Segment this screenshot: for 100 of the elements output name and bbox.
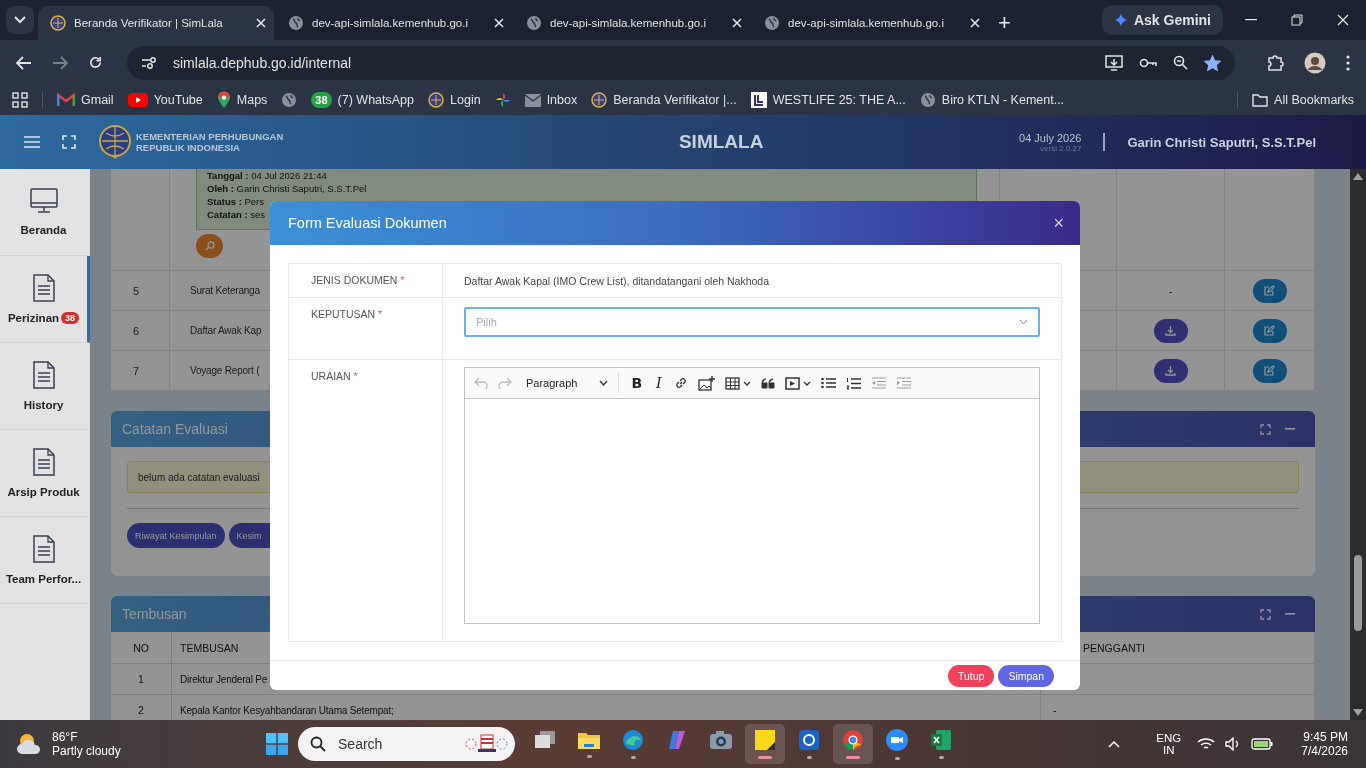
envelope-icon — [524, 93, 541, 107]
battery-icon[interactable] — [1251, 737, 1274, 751]
italic-button[interactable]: I — [654, 375, 664, 391]
note-line: Catatan : ses — [207, 208, 266, 221]
browser-tab[interactable]: Beranda Verifikator | SimLala — [38, 6, 274, 40]
rich-text-editor[interactable]: Paragraph B I — [464, 367, 1040, 624]
sticky-note-icon[interactable] — [754, 729, 777, 751]
numbered-list-icon[interactable] — [845, 376, 861, 390]
zoom-icon[interactable] — [1173, 55, 1188, 70]
remote-desktop-icon[interactable] — [798, 729, 821, 751]
search-field[interactable]: Search — [298, 727, 516, 761]
bookmark[interactable]: Biro KTLN - Kement... — [919, 92, 1065, 108]
browser-tab[interactable]: dev-api-simlala.kemenhub.go.i — [752, 6, 988, 40]
fullscreen-icon[interactable] — [62, 135, 76, 149]
scroll-down-icon[interactable] — [1353, 709, 1363, 716]
minimize-icon[interactable] — [1245, 19, 1257, 21]
task-view-icon[interactable] — [534, 730, 557, 750]
forward-icon[interactable] — [52, 55, 68, 70]
table-dropdown[interactable] — [724, 376, 751, 390]
edit-button[interactable] — [1252, 358, 1287, 383]
bookmark[interactable]: Beranda Verifikator |... — [591, 92, 737, 108]
chrome-icon[interactable] — [842, 729, 865, 751]
ask-gemini-button[interactable]: Ask Gemini — [1101, 5, 1223, 35]
scroll-up-icon[interactable] — [1353, 173, 1363, 180]
bookmark[interactable]: 38 (7) WhatsApp — [311, 92, 415, 108]
edit-button[interactable] — [1252, 318, 1287, 343]
spreadsheet-icon[interactable] — [930, 729, 953, 751]
outdent-icon[interactable] — [870, 377, 886, 389]
bulleted-list-icon[interactable] — [820, 377, 836, 389]
download-button[interactable] — [1153, 358, 1188, 383]
camera-icon[interactable] — [709, 730, 734, 750]
star-icon[interactable] — [1204, 54, 1221, 71]
edit-button[interactable] — [1252, 278, 1287, 303]
close-button[interactable]: Tutup — [947, 664, 995, 687]
clock-time[interactable]: 9:45 PM — [1303, 730, 1348, 744]
wifi-icon[interactable] — [1197, 737, 1216, 751]
bookmark[interactable]: Maps — [216, 91, 268, 109]
scrollbar[interactable] — [1350, 169, 1366, 720]
menu-icon[interactable] — [1346, 54, 1350, 71]
clock-date[interactable]: 7/4/2026 — [1301, 744, 1348, 758]
save-button[interactable]: Simpan — [998, 664, 1054, 687]
close-icon[interactable] — [256, 18, 266, 28]
table-cell: Daftar Awak Kap — [190, 325, 262, 336]
table-cell: Kepala Kantor Kesyahbandaran Utama Setempat; — [180, 704, 394, 716]
start-icon[interactable] — [266, 733, 289, 755]
bookmark[interactable]: WESTLIFE 25: THE A... — [750, 92, 906, 108]
address-bar[interactable]: simlala.dephub.go.id/internal — [127, 45, 1235, 80]
language-label[interactable]: ENG — [1156, 732, 1182, 744]
tab-list-button[interactable] — [6, 6, 34, 34]
bold-button[interactable]: B — [629, 375, 645, 391]
install-icon[interactable] — [1105, 54, 1123, 71]
close-icon[interactable] — [494, 18, 504, 28]
close-icon[interactable] — [1337, 14, 1349, 26]
table-cell: 6 — [133, 324, 140, 337]
apps-grid-icon[interactable] — [12, 92, 28, 108]
link-icon[interactable] — [673, 376, 688, 390]
monitor-icon — [29, 188, 58, 214]
scroll-thumb[interactable] — [1354, 555, 1362, 631]
close-icon[interactable] — [732, 18, 742, 28]
key-icon[interactable] — [1139, 56, 1157, 69]
expand-icon[interactable] — [1260, 608, 1271, 620]
action-button[interactable]: Riwayat Kesimpulan — [127, 523, 225, 548]
expand-icon[interactable] — [1260, 423, 1271, 435]
region-label[interactable]: IN — [1163, 744, 1175, 756]
quote-icon[interactable] — [760, 377, 775, 389]
download-button[interactable] — [1153, 318, 1188, 343]
media-dropdown[interactable] — [784, 376, 811, 390]
chevron-down-icon — [14, 16, 26, 24]
column-header: PENGGANTI — [1083, 641, 1145, 654]
indent-icon[interactable] — [895, 377, 911, 389]
close-button[interactable]: × — [1049, 212, 1068, 234]
back-icon[interactable] — [16, 55, 32, 70]
edit-icon — [1264, 325, 1275, 336]
note-line: Status : Pers — [207, 195, 265, 208]
bookmark[interactable]: Inbox — [524, 93, 578, 107]
document-icon — [32, 535, 55, 563]
bookmark[interactable] — [494, 92, 511, 108]
edit-icon — [1264, 285, 1275, 296]
reload-icon[interactable] — [88, 55, 103, 70]
heading-dropdown[interactable]: Paragraph — [526, 377, 609, 389]
bookmark[interactable]: YouTube — [127, 93, 203, 107]
restore-icon[interactable] — [1291, 14, 1303, 26]
table-cell: Surat Keteranga — [190, 285, 260, 296]
close-icon[interactable] — [970, 18, 980, 28]
folder-icon[interactable] — [577, 730, 602, 750]
site-settings-icon[interactable] — [141, 55, 157, 70]
table-cell: 7 — [133, 364, 140, 377]
video-call-icon[interactable] — [885, 728, 910, 752]
browser-tab[interactable]: dev-api-simlala.kemenhub.go.i — [276, 6, 512, 40]
all-bookmarks-button[interactable]: All Bookmarks — [1252, 93, 1354, 107]
bookmark[interactable] — [281, 92, 298, 108]
puzzle-icon[interactable] — [1267, 54, 1284, 71]
browser-wave-icon[interactable] — [622, 729, 645, 751]
avatar-icon[interactable] — [1304, 51, 1326, 74]
image-insert-icon[interactable] — [697, 375, 715, 391]
bookmark[interactable]: Login — [428, 92, 481, 108]
browser-tab[interactable]: dev-api-simlala.kemenhub.go.i — [514, 6, 750, 40]
bookmark[interactable]: Gmail — [57, 93, 114, 107]
new-tab-button[interactable]: + — [990, 10, 1019, 36]
chevron-up-icon[interactable] — [1108, 740, 1121, 748]
